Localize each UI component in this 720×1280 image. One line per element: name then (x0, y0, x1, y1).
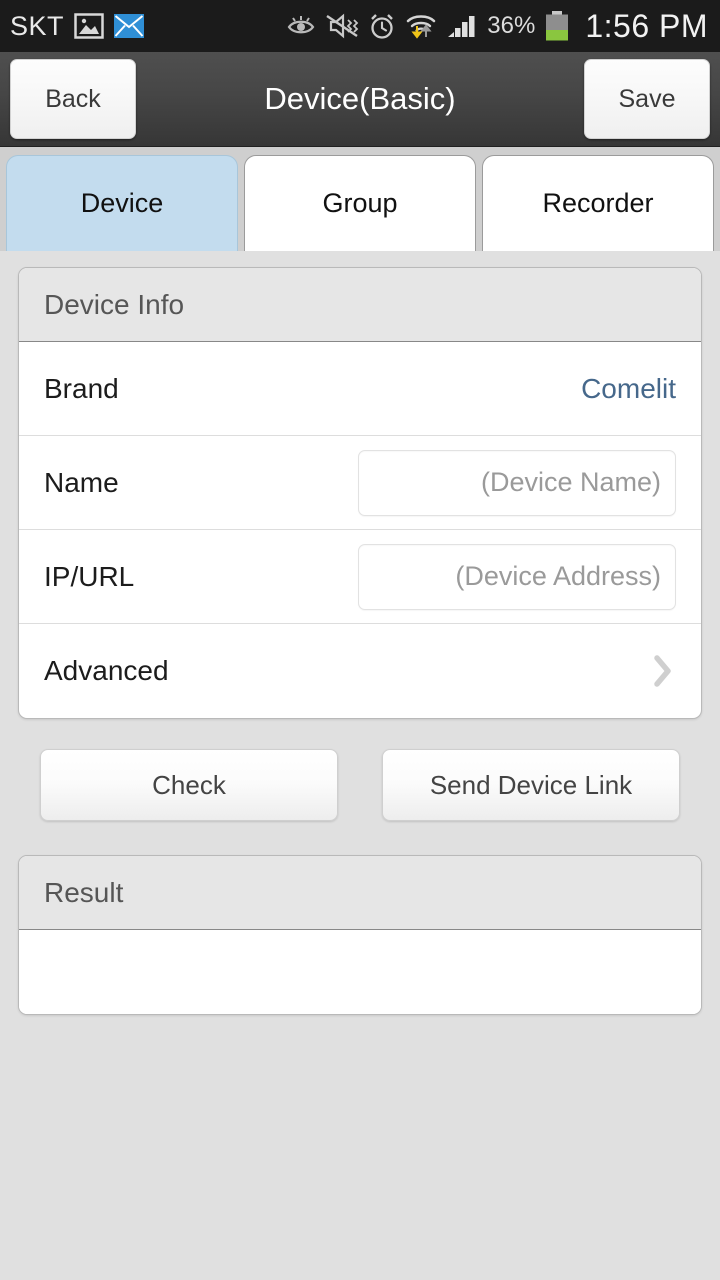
app-screen: SKT 36% 1:56 PM Back Device(Basic) Save … (0, 0, 720, 1280)
tab-group[interactable]: Group (244, 155, 476, 251)
sound-muted-vibrate-icon (325, 13, 359, 39)
action-button-row: Check Send Device Link (18, 749, 702, 821)
status-bar-right: 36% 1:56 PM (286, 8, 708, 45)
device-name-input[interactable] (358, 449, 676, 516)
name-label: Name (44, 466, 119, 498)
tab-bar: Device Group Recorder (0, 147, 720, 251)
battery-percent-label: 36% (487, 12, 536, 39)
advanced-label: Advanced (44, 655, 169, 686)
status-bar-left: SKT (10, 10, 145, 42)
smart-stay-eye-icon (286, 14, 316, 38)
chevron-right-icon (650, 651, 676, 691)
gallery-icon (74, 13, 104, 39)
tab-recorder[interactable]: Recorder (482, 155, 714, 251)
title-bar: Back Device(Basic) Save (0, 52, 720, 147)
save-button[interactable]: Save (584, 59, 710, 139)
status-bar: SKT 36% 1:56 PM (0, 0, 720, 52)
device-address-input[interactable] (358, 543, 676, 610)
cellular-signal-icon (446, 13, 478, 39)
row-name: Name (19, 436, 701, 530)
ip-url-label: IP/URL (44, 560, 135, 592)
send-device-link-button[interactable]: Send Device Link (382, 749, 680, 821)
result-card: Result (18, 855, 702, 1015)
carrier-label: SKT (10, 10, 65, 41)
battery-icon (544, 11, 570, 41)
wifi-transfer-icon (405, 13, 437, 39)
alarm-clock-icon (368, 13, 396, 39)
clock-label: 1:56 PM (585, 7, 708, 44)
brand-value: Comelit (581, 372, 676, 404)
email-icon (114, 14, 145, 38)
result-body (19, 930, 701, 1014)
check-button[interactable]: Check (40, 749, 338, 821)
back-button[interactable]: Back (10, 59, 136, 139)
device-info-card: Device Info Brand Comelit Name IP/URL Ad… (18, 267, 702, 719)
result-header: Result (19, 856, 701, 930)
brand-label: Brand (44, 372, 119, 404)
content-area: Device Info Brand Comelit Name IP/URL Ad… (0, 251, 720, 1280)
row-advanced[interactable]: Advanced (19, 624, 701, 718)
row-brand[interactable]: Brand Comelit (19, 342, 701, 436)
row-ip-url: IP/URL (19, 530, 701, 624)
tab-device[interactable]: Device (6, 155, 238, 251)
device-info-header: Device Info (19, 268, 701, 342)
